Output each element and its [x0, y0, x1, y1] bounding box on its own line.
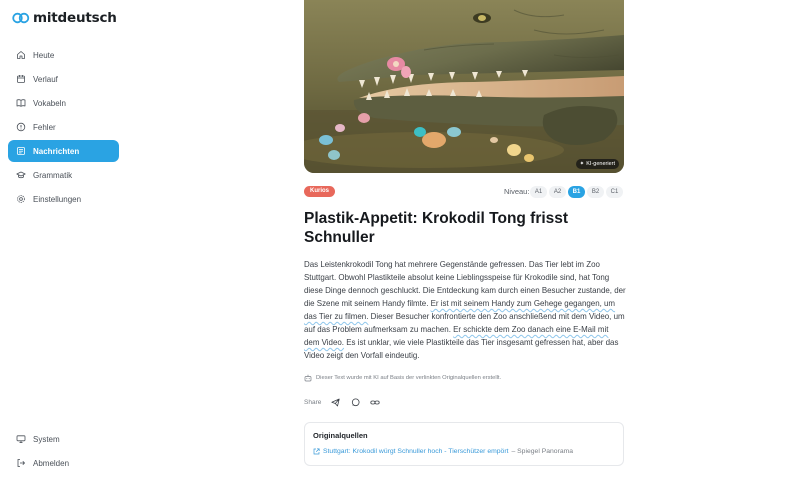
link-icon — [370, 400, 380, 404]
logout-icon — [17, 459, 26, 467]
book-icon — [16, 99, 26, 107]
source-item: Stuttgart: Krokodil würgt Schnuller hoch… — [313, 448, 615, 455]
sidebar-item-label: Verlauf — [33, 74, 58, 84]
ai-disclaimer-text: Dieser Text wurde mit KI auf Basis der v… — [316, 375, 502, 381]
sidebar-nav: Heute Verlauf Vokabeln Fehler Nachrichte… — [8, 44, 119, 212]
level-label: Niveau: — [504, 187, 530, 196]
article-meta: Kurios Niveau: A1 A2 B1 B2 C1 — [304, 186, 624, 198]
sidebar-item-label: Grammatik — [33, 170, 73, 180]
ai-disclaimer: Dieser Text wurde mit KI auf Basis der v… — [304, 374, 501, 382]
sidebar-item-fehler[interactable]: Fehler — [8, 116, 119, 138]
share-whatsapp-button[interactable] — [349, 396, 361, 408]
sidebar-item-nachrichten[interactable]: Nachrichten — [8, 140, 119, 162]
sidebar-item-label: System — [33, 434, 60, 444]
level-b1-button[interactable]: B1 — [568, 186, 585, 198]
gear-icon — [17, 195, 25, 203]
sidebar-item-label: Vokabeln — [33, 98, 66, 108]
alert-circle-icon — [16, 122, 26, 132]
newspaper-icon — [17, 147, 25, 155]
sidebar-item-verlauf[interactable]: Verlauf — [8, 68, 119, 90]
logo-icon — [12, 12, 30, 24]
level-b2-button[interactable]: B2 — [587, 186, 604, 198]
sidebar: mitdeutsch Heute Verlauf Vokabeln Fehler… — [0, 0, 128, 479]
share-row: Share — [304, 396, 381, 408]
sidebar-item-grammatik[interactable]: Grammatik — [8, 164, 119, 186]
article-main: ✦ KI-generiert Kurios Niveau: A1 A2 B1 B… — [304, 0, 626, 466]
chat-bubble-icon — [351, 398, 360, 406]
logo[interactable]: mitdeutsch — [12, 10, 117, 26]
crocodile-illustration — [304, 0, 624, 173]
level-selector: A1 A2 B1 B2 C1 — [530, 186, 623, 198]
sidebar-item-vokabeln[interactable]: Vokabeln — [8, 92, 119, 114]
ai-generated-badge: ✦ KI-generiert — [575, 159, 619, 169]
level-a2-button[interactable]: A2 — [549, 186, 566, 198]
body-text-segment: Es ist unklar, wie viele Plastikteile da… — [304, 338, 619, 360]
sidebar-item-einstellungen[interactable]: Einstellungen — [8, 188, 119, 210]
monitor-icon — [16, 435, 26, 444]
send-icon — [331, 398, 340, 406]
level-c1-button[interactable]: C1 — [606, 186, 623, 198]
external-link-icon — [313, 448, 320, 455]
sources-title: Originalquellen — [313, 431, 368, 440]
sidebar-item-label: Heute — [33, 50, 55, 60]
source-publisher: – Spiegel Panorama — [511, 448, 574, 455]
sidebar-item-label: Abmelden — [33, 458, 70, 468]
sidebar-item-label: Fehler — [33, 122, 56, 132]
sidebar-item-label: Einstellungen — [33, 194, 82, 204]
ai-badge-text: KI-generiert — [586, 161, 615, 167]
source-link[interactable]: Stuttgart: Krokodil würgt Schnuller hoch… — [323, 448, 508, 455]
sidebar-item-system[interactable]: System — [8, 428, 119, 450]
share-telegram-button[interactable] — [329, 396, 341, 408]
logo-text: mitdeutsch — [33, 10, 117, 26]
level-a1-button[interactable]: A1 — [530, 186, 547, 198]
share-label: Share — [304, 398, 322, 406]
article-title: Plastik-Appetit: Krokodil Tong frisst Sc… — [304, 210, 569, 246]
sidebar-item-heute[interactable]: Heute — [8, 44, 119, 66]
sources-box: Originalquellen Stuttgart: Krokodil würg… — [304, 422, 624, 466]
category-badge[interactable]: Kurios — [304, 186, 336, 197]
home-icon — [17, 51, 25, 59]
sparkle-icon: ✦ — [579, 161, 585, 167]
graduation-cap-icon — [16, 171, 26, 179]
sidebar-item-label: Nachrichten — [33, 146, 80, 156]
article-body: Das Leistenkrokodil Tong hat mehrere Geg… — [304, 258, 626, 362]
robot-icon — [304, 374, 312, 382]
sidebar-bottom: System Abmelden — [8, 428, 119, 476]
sidebar-item-abmelden[interactable]: Abmelden — [8, 452, 119, 474]
share-copy-link-button[interactable] — [369, 396, 381, 408]
calendar-icon — [17, 75, 25, 83]
article-image: ✦ KI-generiert — [304, 0, 624, 173]
